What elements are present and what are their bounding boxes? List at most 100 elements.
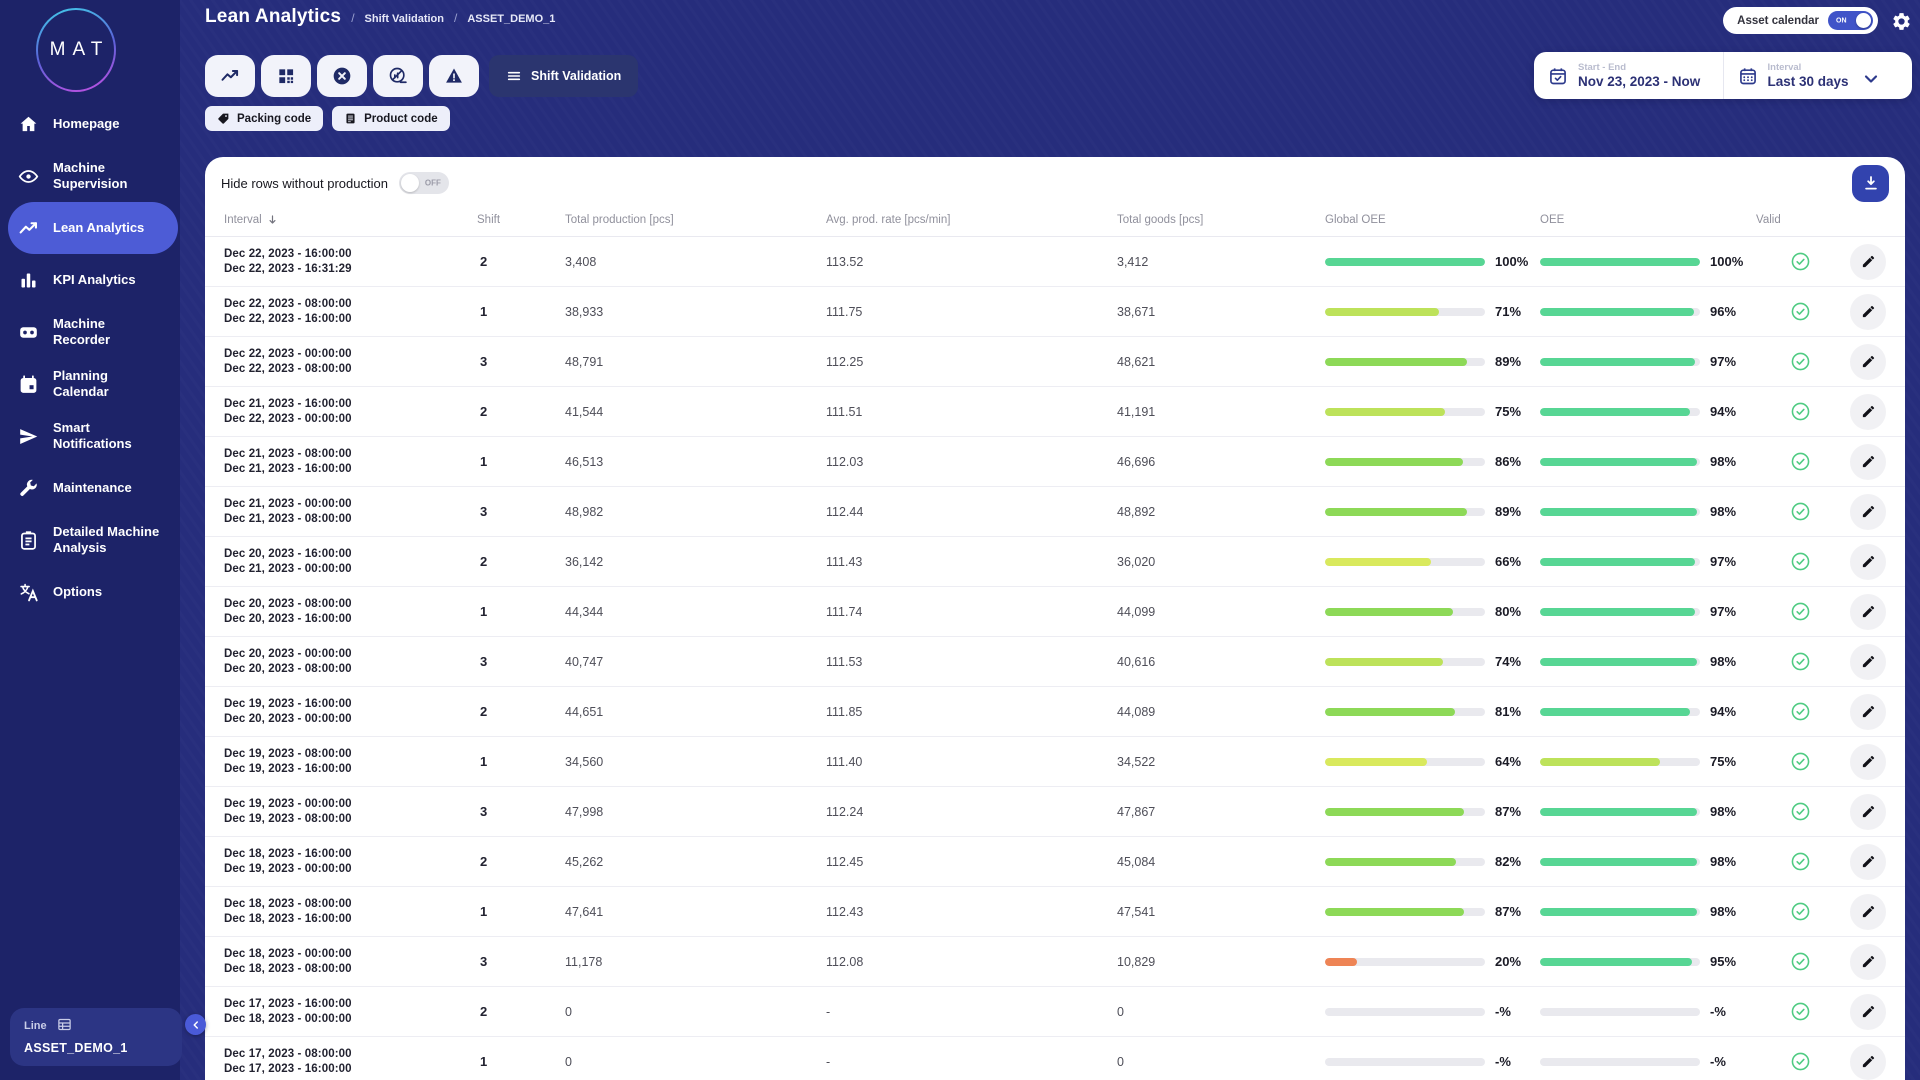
- tag-label: Packing code: [237, 112, 312, 125]
- qr-view-button[interactable]: [261, 55, 311, 97]
- check-circle-icon: [1790, 801, 1811, 822]
- interval-dropdown[interactable]: Interval Last 30 days: [1724, 62, 1913, 89]
- trend-icon: [220, 66, 240, 86]
- download-button[interactable]: [1852, 164, 1889, 202]
- sidebar-item-machine-recorder[interactable]: Machine Recorder: [0, 306, 180, 358]
- edit-row-button[interactable]: [1850, 743, 1886, 780]
- pencil-icon: [1861, 954, 1876, 969]
- column-header-interval[interactable]: Interval: [224, 213, 477, 226]
- edit-row-button[interactable]: [1850, 693, 1886, 730]
- edit-row-button[interactable]: [1850, 843, 1886, 880]
- shift-value: 2: [480, 704, 488, 719]
- edit-row-button[interactable]: [1850, 1043, 1886, 1080]
- total-goods-value: 46,696: [1117, 454, 1156, 469]
- tag-packing-code[interactable]: Packing code: [205, 106, 324, 131]
- settings-button[interactable]: [1891, 9, 1915, 33]
- home-icon: [16, 112, 40, 136]
- total-production-value: 47,998: [565, 804, 604, 819]
- interval-start: Dec 21, 2023 - 16:00:00: [224, 397, 352, 410]
- global-oee-cell: 82%: [1325, 854, 1540, 869]
- shift-value: 2: [480, 404, 488, 419]
- check-circle-icon: [1790, 401, 1811, 422]
- avg-prod-rate-value: 112.25: [826, 354, 864, 369]
- oee-value: -%: [1710, 1004, 1726, 1019]
- hide-rows-toggle[interactable]: OFF: [398, 172, 449, 194]
- interval-start: Dec 22, 2023 - 16:00:00: [224, 247, 352, 260]
- oee-cell: 94%: [1540, 704, 1756, 719]
- oee-bar: [1540, 857, 1697, 866]
- edit-row-button[interactable]: [1850, 493, 1886, 530]
- sidebar-item-machine-supervision[interactable]: Machine Supervision: [0, 150, 180, 202]
- total-goods-value: 38,671: [1117, 304, 1156, 319]
- edit-row-button[interactable]: [1850, 443, 1886, 480]
- edit-row-button[interactable]: [1850, 993, 1886, 1030]
- check-circle-icon: [1790, 351, 1811, 372]
- total-production-value: 47,641: [565, 904, 604, 919]
- edit-row-button[interactable]: [1850, 793, 1886, 830]
- tag-row: Packing code Product code: [205, 106, 450, 131]
- date-range-picker[interactable]: Start - End Nov 23, 2023 - Now: [1534, 62, 1723, 89]
- edit-row-button[interactable]: [1850, 593, 1886, 630]
- oee-value: 96%: [1710, 304, 1737, 319]
- edit-row-button[interactable]: [1850, 543, 1886, 580]
- total-goods-value: 41,191: [1117, 404, 1156, 419]
- warning-view-button[interactable]: [429, 55, 479, 97]
- shift-table-card: Hide rows without production OFF Interva…: [205, 157, 1905, 1080]
- sidebar-item-smart-notifications[interactable]: Smart Notifications: [0, 410, 180, 462]
- tag-product-code[interactable]: Product code: [332, 106, 450, 131]
- total-production-value: 44,651: [565, 704, 604, 719]
- oee-cell: 100%: [1540, 254, 1756, 269]
- breadcrumb-shift-validation[interactable]: Shift Validation: [365, 13, 444, 25]
- edit-row-button[interactable]: [1850, 893, 1886, 930]
- oee-cell: 98%: [1540, 904, 1756, 919]
- x-circle-view-button[interactable]: [317, 55, 367, 97]
- pencil-icon: [1861, 704, 1876, 719]
- sidebar-item-detailed-machine-analysis[interactable]: Detailed Machine Analysis: [0, 514, 180, 566]
- asset-calendar-toggle-pill[interactable]: Asset calendar ON: [1723, 7, 1878, 34]
- edit-row-button[interactable]: [1850, 243, 1886, 280]
- avg-prod-rate-value: 111.85: [826, 704, 863, 719]
- edit-row-button[interactable]: [1850, 393, 1886, 430]
- table-row: Dec 19, 2023 - 00:00:00 Dec 19, 2023 - 0…: [205, 787, 1905, 837]
- date-range-value: Nov 23, 2023 - Now: [1578, 74, 1701, 89]
- global-oee-bar: [1325, 407, 1445, 416]
- global-oee-cell: 81%: [1325, 704, 1540, 719]
- edit-row-button[interactable]: [1850, 293, 1886, 330]
- sidebar-collapse-button[interactable]: [185, 1014, 206, 1035]
- global-oee-cell: 75%: [1325, 404, 1540, 419]
- interval-cell: Dec 20, 2023 - 08:00:00 Dec 20, 2023 - 1…: [224, 597, 477, 627]
- no-chart-view-button[interactable]: [373, 55, 423, 97]
- edit-row-button[interactable]: [1850, 343, 1886, 380]
- oee-bar: [1540, 307, 1694, 316]
- edit-row-button[interactable]: [1850, 943, 1886, 980]
- shift-validation-view-button[interactable]: Shift Validation: [489, 55, 639, 97]
- gear-icon: [1891, 11, 1915, 32]
- global-oee-cell: 89%: [1325, 354, 1540, 369]
- oee-value: 98%: [1710, 854, 1737, 869]
- interval-end: Dec 20, 2023 - 08:00:00: [224, 662, 352, 675]
- global-oee-bar: [1325, 707, 1455, 716]
- sidebar-item-homepage[interactable]: Homepage: [0, 98, 180, 150]
- sidebar-item-maintenance[interactable]: Maintenance: [0, 462, 180, 514]
- edit-row-button[interactable]: [1850, 643, 1886, 680]
- avg-prod-rate-value: 111.40: [826, 754, 863, 769]
- asset-card[interactable]: Line ASSET_DEMO_1: [10, 1008, 182, 1066]
- oee-cell: -%: [1540, 1054, 1756, 1069]
- sidebar-item-lean-analytics[interactable]: Lean Analytics: [8, 202, 178, 254]
- interval-end: Dec 22, 2023 - 16:00:00: [224, 312, 352, 325]
- avg-prod-rate-value: 112.43: [826, 904, 864, 919]
- oee-bar: [1540, 507, 1697, 516]
- breadcrumb-asset[interactable]: ASSET_DEMO_1: [467, 13, 555, 25]
- avg-prod-rate-value: 112.24: [826, 804, 864, 819]
- global-oee-cell: 64%: [1325, 754, 1540, 769]
- calendar-icon: [16, 372, 40, 396]
- asset-calendar-switch[interactable]: ON: [1828, 11, 1873, 30]
- valid-cell: [1756, 351, 1845, 372]
- trend-view-button[interactable]: [205, 55, 255, 97]
- oee-value: -%: [1710, 1054, 1726, 1069]
- sidebar-item-planning-calendar[interactable]: Planning Calendar: [0, 358, 180, 410]
- valid-cell: [1756, 651, 1845, 672]
- oee-cell: 97%: [1540, 554, 1756, 569]
- sidebar-item-options[interactable]: Options: [0, 566, 180, 618]
- sidebar-item-kpi-analytics[interactable]: KPI Analytics: [0, 254, 180, 306]
